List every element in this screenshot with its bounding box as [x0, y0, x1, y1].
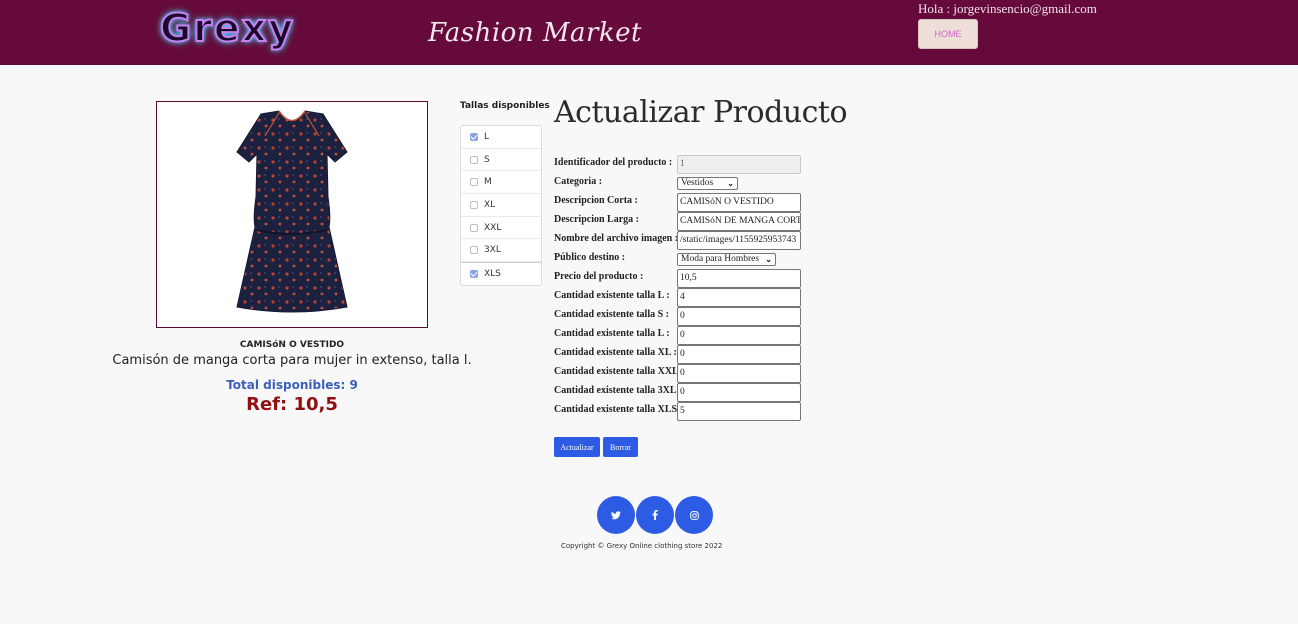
field-input: 1 — [677, 155, 801, 174]
size-checkbox[interactable] — [470, 246, 478, 255]
size-option-xxl[interactable]: XXL — [461, 217, 541, 240]
total-available: Total disponibles: 9 — [226, 378, 358, 392]
field-label: Identificador del producto : — [554, 157, 673, 168]
field-input[interactable]: CAMISóN DE MANGA CORTA — [677, 212, 801, 231]
field-label: Cantidad existente talla L : — [554, 290, 670, 301]
size-label: XLS — [484, 268, 501, 279]
size-label: XXL — [484, 222, 502, 233]
field-input[interactable]: 0 — [677, 326, 801, 345]
field-input[interactable]: 0 — [677, 307, 801, 326]
field-select[interactable]: Vestidos ⌄ — [677, 177, 738, 190]
field-input[interactable]: 0 — [677, 345, 801, 364]
field-label: Descripcion Corta : — [554, 195, 638, 206]
twitter-icon[interactable] — [597, 496, 635, 534]
header-tagline: Fashion Market — [428, 18, 642, 48]
size-option-xl[interactable]: XL — [461, 194, 541, 217]
chevron-down-icon: ⌄ — [727, 179, 734, 188]
update-button[interactable]: Actualizar — [554, 437, 600, 457]
delete-button[interactable]: Borrar — [603, 437, 638, 457]
size-checkbox[interactable] — [470, 200, 478, 209]
field-input[interactable]: CAMISóN O VESTIDO — [677, 193, 801, 212]
size-checkbox[interactable] — [470, 223, 478, 232]
size-option-m[interactable]: M — [461, 171, 541, 195]
user-greeting: Hola : jorgevinsencio@gmail.com — [918, 1, 1097, 16]
product-image — [156, 101, 428, 328]
size-checkbox[interactable] — [470, 155, 478, 164]
size-option-l[interactable]: L — [461, 126, 541, 149]
chevron-down-icon: ⌄ — [765, 255, 772, 264]
field-input[interactable]: 0 — [677, 383, 801, 402]
copyright-text: Copyright © Grexy Online clothing store … — [561, 542, 723, 550]
size-checkbox[interactable] — [470, 269, 478, 278]
field-label: Nombre del archivo imagen : — [554, 233, 679, 244]
field-input[interactable]: 5 — [677, 402, 801, 421]
field-select[interactable]: Moda para Hombres ⌄ — [677, 253, 776, 266]
home-button[interactable]: HOME — [918, 19, 978, 49]
size-label: 3XL — [484, 245, 501, 256]
size-option-3xl[interactable]: 3XL — [461, 239, 541, 263]
instagram-icon[interactable] — [675, 496, 713, 534]
size-label: M — [484, 177, 492, 188]
field-label: Descripcion Larga : — [554, 214, 639, 225]
select-value: Moda para Hombres — [681, 254, 760, 264]
dress-icon — [236, 110, 348, 313]
sizes-title: Tallas disponibles — [460, 101, 550, 111]
size-label: S — [484, 154, 490, 165]
field-label: Cantidad existente talla L : — [554, 328, 670, 339]
field-label: Cantidad existente talla XL : — [554, 347, 677, 358]
sizes-list: L S M XL XXL 3XL XLS — [460, 125, 542, 286]
top-navbar: Grexy Fashion Market Hola : jorgevinsenc… — [0, 0, 1298, 65]
size-checkbox[interactable] — [470, 132, 478, 141]
field-label: Público destino : — [554, 252, 626, 263]
facebook-icon[interactable] — [636, 496, 674, 534]
field-input[interactable]: 10,5 — [677, 269, 801, 288]
select-value: Vestidos — [681, 178, 714, 188]
field-label: Cantidad existente talla 3XL: — [554, 385, 680, 396]
field-input[interactable]: /static/images/1155925953743 — [677, 231, 801, 250]
size-checkbox[interactable] — [470, 178, 478, 187]
product-ref: Ref: 10,5 — [246, 394, 338, 415]
product-short-description: CAMISóN O VESTIDO — [239, 340, 345, 350]
size-label: XL — [484, 199, 496, 210]
field-input[interactable]: 4 — [677, 288, 801, 307]
field-label: Cantidad existente talla S : — [554, 309, 669, 320]
field-label: Cantidad existente talla XXL: — [554, 366, 683, 377]
page-title: Actualizar Producto — [554, 95, 848, 130]
size-option-xls[interactable]: XLS — [461, 262, 541, 285]
product-long-description: Camisón de manga corta para mujer in ext… — [112, 353, 472, 368]
field-label: Categoria : — [554, 176, 603, 187]
field-label: Precio del producto : — [554, 271, 644, 282]
size-label: L — [484, 131, 490, 142]
size-option-s[interactable]: S — [461, 149, 541, 172]
grexy-logo[interactable]: Grexy — [159, 5, 295, 51]
field-label: Cantidad existente talla XLS: — [554, 404, 681, 415]
field-input[interactable]: 0 — [677, 364, 801, 383]
